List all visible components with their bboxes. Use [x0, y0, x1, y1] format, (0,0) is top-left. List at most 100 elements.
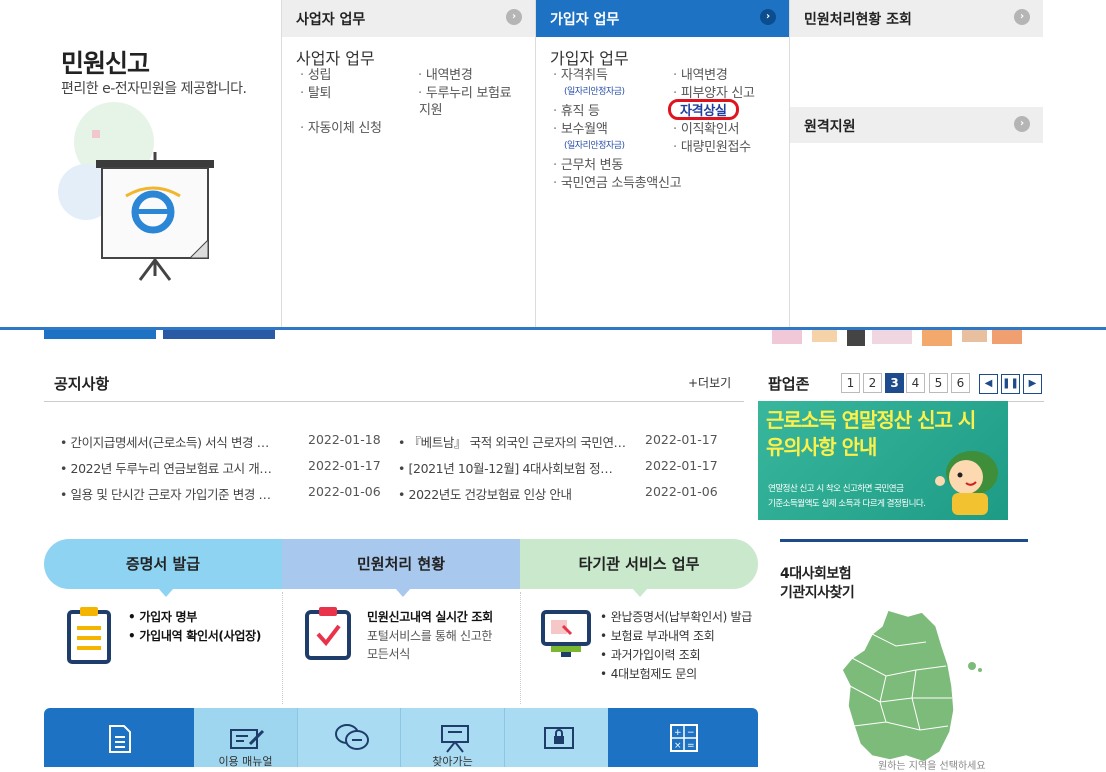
menu-note-job-stability-1: (일자리안정자금): [564, 87, 625, 97]
agency-finder-title-1: 4대사회보험: [780, 566, 852, 582]
popup-page-2[interactable]: 2: [863, 373, 882, 393]
notice-date: 2022-01-17: [308, 458, 381, 473]
subscriber-header-label: 가입자 업무: [550, 12, 620, 28]
banner-line-2: 유의사항 안내: [766, 435, 877, 459]
notice-title: 공지사항: [54, 375, 110, 393]
notice-divider: [44, 401, 744, 402]
menu-item-bulk[interactable]: 대량민원접수: [673, 136, 751, 155]
popup-page-5[interactable]: 5: [929, 373, 948, 393]
notice-item[interactable]: • [2021년 10월-12월] 4대사회보험 정…: [398, 458, 613, 477]
notice-date: 2022-01-06: [308, 484, 381, 499]
agency-finder-title: 4대사회보험 기관지사찾기: [780, 565, 855, 603]
notice-more-link[interactable]: +더보기: [688, 374, 731, 391]
chevron-right-icon: ›: [1014, 116, 1030, 132]
service-realtime-title[interactable]: 민원신고내역 실시간 조회: [367, 608, 493, 625]
korea-map[interactable]: [836, 606, 986, 767]
quick-menu-manual[interactable]: 이용 매뉴얼: [194, 708, 297, 768]
notice-date: 2022-01-17: [645, 432, 718, 447]
presentation-icon: [441, 725, 469, 753]
notice-item[interactable]: • 일용 및 단시간 근로자 가입기준 변경 …: [60, 484, 271, 503]
quick-menu-visit[interactable]: 찾아가는: [400, 708, 504, 768]
chevron-right-icon: ›: [760, 9, 776, 25]
service-link-payment-cert[interactable]: 완납증명서(납부확인서) 발급: [600, 608, 752, 625]
notice-date: 2022-01-17: [645, 458, 718, 473]
quick-menu-security[interactable]: [504, 708, 608, 767]
banner-desc: 연말정산 신고 시 착오 신고하면 국민연금 기준소득월액도 실제 소득과 다르…: [768, 482, 926, 512]
menu-item-change-details[interactable]: 내역변경: [418, 64, 473, 83]
notice-item[interactable]: • 『베트남』 국적 외국인 근로자의 국민연…: [398, 432, 626, 451]
service-link-inquiry[interactable]: 4대보험제도 문의: [600, 665, 697, 682]
svg-text:×: ×: [674, 741, 682, 751]
status-header[interactable]: 민원처리현황 조회 ›: [790, 0, 1043, 37]
service-realtime-desc-1: 포털서비스를 통해 신고한: [367, 629, 493, 643]
notice-item[interactable]: • 2022년도 건강보험료 인상 안내: [398, 484, 572, 503]
monitor-icon: [541, 610, 591, 657]
menu-note-job-stability-2: (일자리안정자금): [564, 141, 625, 151]
quick-menu-chat[interactable]: [297, 708, 400, 767]
service-divider: [520, 592, 521, 704]
document-list-icon: [109, 725, 131, 753]
tab-other-agency[interactable]: 타기관 서비스 업무: [520, 539, 758, 589]
service-realtime-desc-2: 모든서식: [367, 647, 410, 661]
svg-text:=: =: [687, 741, 695, 751]
popup-page-3[interactable]: 3: [885, 373, 904, 393]
calculator-icon: + − × =: [670, 724, 698, 752]
popup-title: 팝업존: [768, 375, 810, 393]
remote-support-label: 원격지원: [804, 119, 856, 135]
remote-support-header[interactable]: 원격지원 ›: [790, 107, 1043, 143]
menu-item-separation-cert[interactable]: 이직확인서: [673, 118, 740, 137]
menu-item-establish[interactable]: 성립: [300, 64, 332, 83]
prev-arrow-icon[interactable]: ◀: [979, 374, 998, 394]
menu-item-leave[interactable]: 휴직 등: [553, 100, 600, 119]
service-link-premium[interactable]: 보험료 부과내역 조회: [600, 627, 715, 644]
service-link-member-list[interactable]: 가입자 명부: [128, 608, 197, 625]
notice-date: 2022-01-06: [645, 484, 718, 499]
svg-text:−: −: [687, 728, 695, 738]
lock-screen-icon: [544, 727, 574, 749]
business-header[interactable]: 사업자 업무 ›: [282, 0, 535, 37]
map-hint: 원하는 지역을 선택하세요: [878, 761, 986, 772]
notice-item[interactable]: • 간이지급명세서(근로소득) 서식 변경 …: [60, 432, 269, 451]
chevron-right-icon: ›: [506, 9, 522, 25]
pause-icon[interactable]: ❚❚: [1001, 374, 1020, 394]
popup-page-6[interactable]: 6: [951, 373, 970, 393]
menu-item-monthly-pay[interactable]: 보수월액: [553, 118, 608, 137]
hero-illustration-edge: [772, 330, 1022, 346]
tab-status[interactable]: 민원처리 현황: [282, 539, 520, 589]
tab-certificate[interactable]: 증명서 발급: [44, 539, 282, 589]
menu-item-workplace-change[interactable]: 근무처 변동: [553, 154, 623, 173]
chat-bubbles-icon: [335, 724, 369, 750]
next-arrow-icon[interactable]: ▶: [1023, 374, 1042, 394]
status-column: 민원처리현황 조회 › 원격지원 ›: [790, 0, 1043, 327]
banner-desc-2: 기준소득월액도 실제 소득과 다르게 결정됩니다.: [768, 499, 926, 509]
popup-page-1[interactable]: 1: [841, 373, 860, 393]
quick-menu-calc[interactable]: + − × =: [608, 708, 758, 767]
subscriber-header[interactable]: 가입자 업무 ›: [536, 0, 789, 37]
quick-menu-docs[interactable]: [44, 708, 194, 767]
mega-menu-intro: 민원신고 편리한 e-전자민원을 제공합니다.: [0, 0, 282, 327]
intro-title: 민원신고: [61, 49, 150, 78]
hidden-banner-strip-1: [44, 330, 156, 339]
status-header-label: 민원처리현황 조회: [804, 12, 912, 28]
notice-date: 2022-01-18: [308, 432, 381, 447]
checklist-icon: [305, 607, 351, 660]
menu-item-subscriber-change[interactable]: 내역변경: [673, 64, 728, 83]
service-link-join-cert[interactable]: 가입내역 확인서(사업장): [128, 627, 261, 644]
svg-text:+: +: [674, 728, 682, 738]
popup-banner[interactable]: 근로소득 연말정산 신고 시 유의사항 안내 연말정산 신고 시 착오 신고하면…: [758, 401, 1008, 520]
banner-character: [935, 451, 998, 515]
agency-finder-title-2: 기관지사찾기: [780, 585, 855, 601]
menu-item-withdraw[interactable]: 탈퇴: [300, 82, 332, 101]
menu-item-acquire[interactable]: 자격취득: [553, 64, 608, 83]
tab-pointer: [158, 588, 174, 597]
popup-page-4[interactable]: 4: [906, 373, 925, 393]
notice-item[interactable]: • 2022년 두루누리 연금보험료 고시 개…: [60, 458, 272, 477]
menu-item-durunuri-cont[interactable]: 지원: [419, 99, 443, 118]
tab-pointer: [632, 588, 648, 597]
service-link-history[interactable]: 과거가입이력 조회: [600, 646, 701, 663]
menu-item-autopay[interactable]: 자동이체 신청: [300, 117, 382, 136]
banner-line-1: 근로소득 연말정산 신고 시: [766, 408, 976, 432]
intro-subtitle: 편리한 e-전자민원을 제공합니다.: [61, 81, 247, 97]
highlight-circle: [668, 99, 739, 120]
menu-item-pension-income[interactable]: 국민연금 소득총액신고: [553, 172, 682, 191]
